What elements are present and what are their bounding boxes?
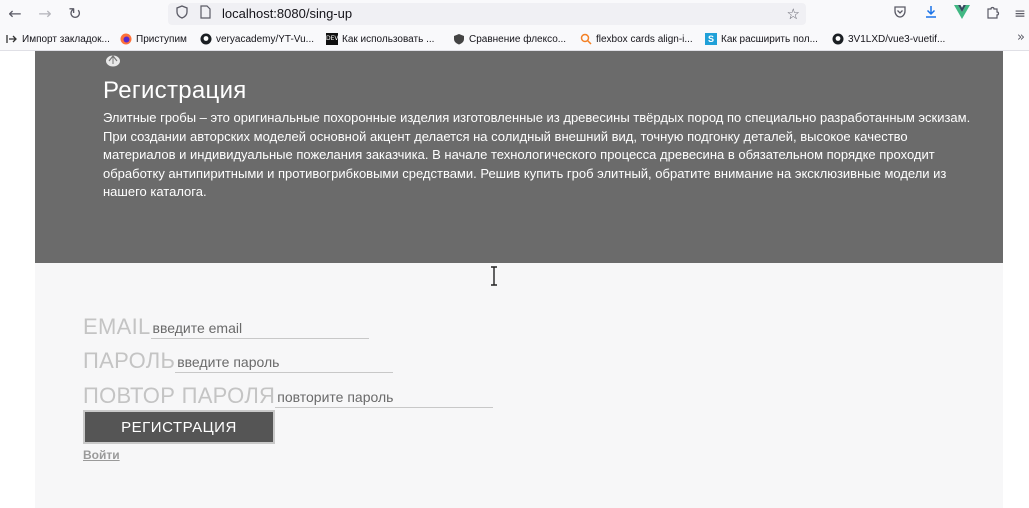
page-title: Регистрация [103,77,247,104]
vue-devtools-icon[interactable] [953,5,971,23]
repeat-password-label: ПОВТОР ПАРОЛЯ [83,383,276,408]
login-link[interactable]: Войти [83,448,120,462]
url-bar[interactable]: localhost:8080/sing-up ☆ [168,3,806,25]
hero-section: Регистрация Элитные гробы – это оригинал… [35,51,1003,263]
reload-icon[interactable]: ↻ [64,4,86,24]
bookmark-flexbox-cards[interactable]: flexbox cards align-i... [580,31,693,47]
shield-bookmark-icon [453,33,465,45]
chevron-more-icon[interactable]: » [1017,30,1025,45]
bookmark-label: Импорт закладок... [22,33,110,45]
email-input[interactable] [150,319,369,339]
bookmark-label: Сравнение флексо... [469,33,567,45]
email-label: EMAIL [83,314,151,339]
bookmark-label: Как использовать ... [342,33,435,45]
forward-arrow-icon[interactable]: → [34,4,56,24]
s-icon: S [705,33,717,45]
bookmark-github-yt[interactable]: veryacademy/YT-Vu... [200,31,314,47]
shield-icon[interactable] [176,5,188,25]
dev-icon: DEV [326,33,339,45]
bookmark-flex[interactable]: Сравнение флексо... [453,31,566,47]
password-row: ПАРОЛЬ [83,348,394,373]
page: Регистрация Элитные гробы – это оригинал… [0,51,1029,508]
password-label: ПАРОЛЬ [83,348,176,373]
bookmark-label: Приступим [136,33,187,45]
bookmark-label: flexbox cards align-i... [596,33,693,45]
github-icon [832,33,844,45]
import-icon [6,33,18,45]
bookmarks-bar: Импорт закладок... Приступим veryacademy… [0,28,1029,51]
bookmark-label: 3V1LXD/vue3-vuetif... [848,33,946,45]
pocket-icon[interactable] [891,5,909,23]
search-bookmark-icon [580,33,592,45]
github-icon [200,33,212,45]
bookmark-label: Как расширить пол... [721,33,818,45]
bookmark-github-vuetify[interactable]: 3V1LXD/vue3-vuetif... [832,31,945,47]
form-section: EMAIL ПАРОЛЬ ПОВТОР ПАРОЛЯ РЕГИСТРАЦИЯ В… [35,263,1003,508]
puzzle-icon[interactable] [984,5,1002,23]
page-description: Элитные гробы – это оригинальные похорон… [103,110,971,199]
bookmark-expand[interactable]: S Как расширить пол... [705,31,818,47]
download-icon[interactable] [922,5,940,23]
star-icon[interactable]: ☆ [787,5,800,23]
page-icon[interactable] [200,5,211,25]
logo-icon [106,55,120,67]
back-arrow-icon[interactable]: ← [4,4,26,24]
browser-toolbar: ← → ↻ localhost:8080/sing-up ☆ ≡ [0,0,1029,28]
bookmark-firefox[interactable]: Приступим [120,31,187,47]
hamburger-menu-icon[interactable]: ≡ [1011,5,1029,23]
bookmark-import[interactable]: Импорт закладок... [6,31,110,47]
bookmark-label: veryacademy/YT-Vu... [216,33,314,45]
password-input[interactable] [175,353,394,373]
email-row: EMAIL [83,315,369,339]
bookmark-dev[interactable]: DEV Как использовать ... [326,31,434,47]
firefox-icon [120,33,132,45]
register-button[interactable]: РЕГИСТРАЦИЯ [83,410,275,444]
repeat-password-input[interactable] [275,388,494,408]
repeat-password-row: ПОВТОР ПАРОЛЯ [83,383,494,408]
url-text[interactable]: localhost:8080/sing-up [222,5,352,23]
text-cursor-icon [491,266,497,286]
